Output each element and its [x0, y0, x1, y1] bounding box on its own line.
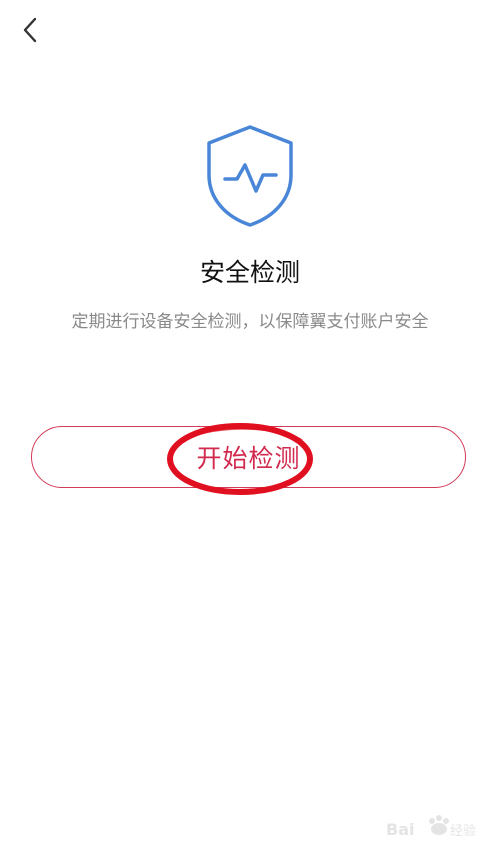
page-title: 安全检测 — [199, 258, 300, 287]
back-button[interactable] — [12, 12, 48, 48]
svg-text:经验: 经验 — [450, 823, 476, 839]
start-detection-label: 开始检测 — [196, 444, 301, 473]
baidu-watermark-logo: Bai 经验 — [386, 815, 476, 839]
page-subtitle: 定期进行设备安全检测，以保障翼支付账户安全 — [71, 312, 429, 332]
svg-text:Bai: Bai — [386, 820, 414, 839]
chevron-left-icon — [23, 17, 37, 43]
start-detection-button[interactable]: 开始检测 — [31, 426, 466, 488]
shield-pulse-icon — [207, 125, 293, 227]
